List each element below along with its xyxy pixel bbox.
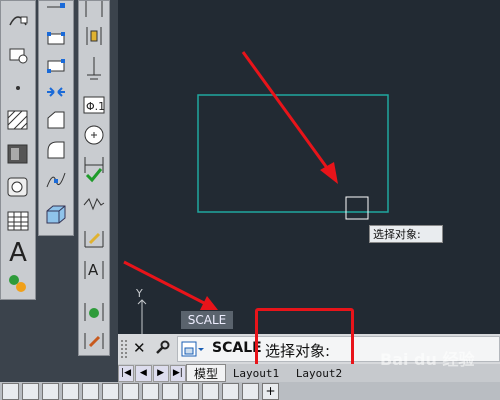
pickbox-cursor	[345, 196, 369, 220]
otrack-toggle-icon[interactable]	[102, 383, 119, 400]
recent-commands-icon[interactable]	[181, 340, 205, 362]
ucs-axis	[137, 299, 147, 336]
grid-toggle-icon[interactable]	[2, 383, 19, 400]
annotation-icon[interactable]	[242, 383, 259, 400]
polar-toggle-icon[interactable]	[62, 383, 79, 400]
red-arrow-bottom	[123, 260, 218, 310]
first-tab-button[interactable]: |◀	[118, 365, 135, 382]
last-tab-button[interactable]: ▶|	[169, 365, 186, 382]
red-arrow-top	[241, 51, 338, 184]
ortho-toggle-icon[interactable]	[42, 383, 59, 400]
selection-cycling-icon[interactable]	[222, 383, 239, 400]
watermark: Bai du 经验	[380, 350, 475, 369]
tab-model[interactable]: 模型	[186, 364, 226, 382]
wrench-icon[interactable]	[154, 340, 170, 360]
close-icon[interactable]: ✕	[133, 339, 146, 357]
ucs-y-label: Y	[136, 287, 143, 300]
prev-tab-button[interactable]: ◀	[135, 365, 152, 382]
tab-layout2[interactable]: Layout2	[290, 364, 348, 382]
cursor-tooltip: 选择对象:	[369, 225, 443, 243]
quickprops-toggle-icon[interactable]	[202, 383, 219, 400]
osnap-toggle-icon[interactable]	[82, 383, 99, 400]
lineweight-toggle-icon[interactable]	[162, 383, 179, 400]
ducs-toggle-icon[interactable]	[122, 383, 139, 400]
add-icon[interactable]: +	[262, 383, 279, 400]
highlight-box	[255, 308, 354, 371]
tab-layout1[interactable]: Layout1	[228, 364, 284, 382]
drawn-rectangle	[197, 94, 389, 213]
status-toggles: +	[2, 383, 279, 400]
tab-nav-buttons[interactable]: |◀ ◀ ▶ ▶|	[118, 365, 186, 382]
snap-toggle-icon[interactable]	[22, 383, 39, 400]
next-tab-button[interactable]: ▶	[152, 365, 169, 382]
dyn-toggle-icon[interactable]	[142, 383, 159, 400]
command-history-label: SCALE	[181, 311, 233, 329]
tooltip-text: 选择对象:	[373, 228, 421, 241]
transparency-toggle-icon[interactable]	[182, 383, 199, 400]
command-grip[interactable]	[121, 340, 127, 358]
